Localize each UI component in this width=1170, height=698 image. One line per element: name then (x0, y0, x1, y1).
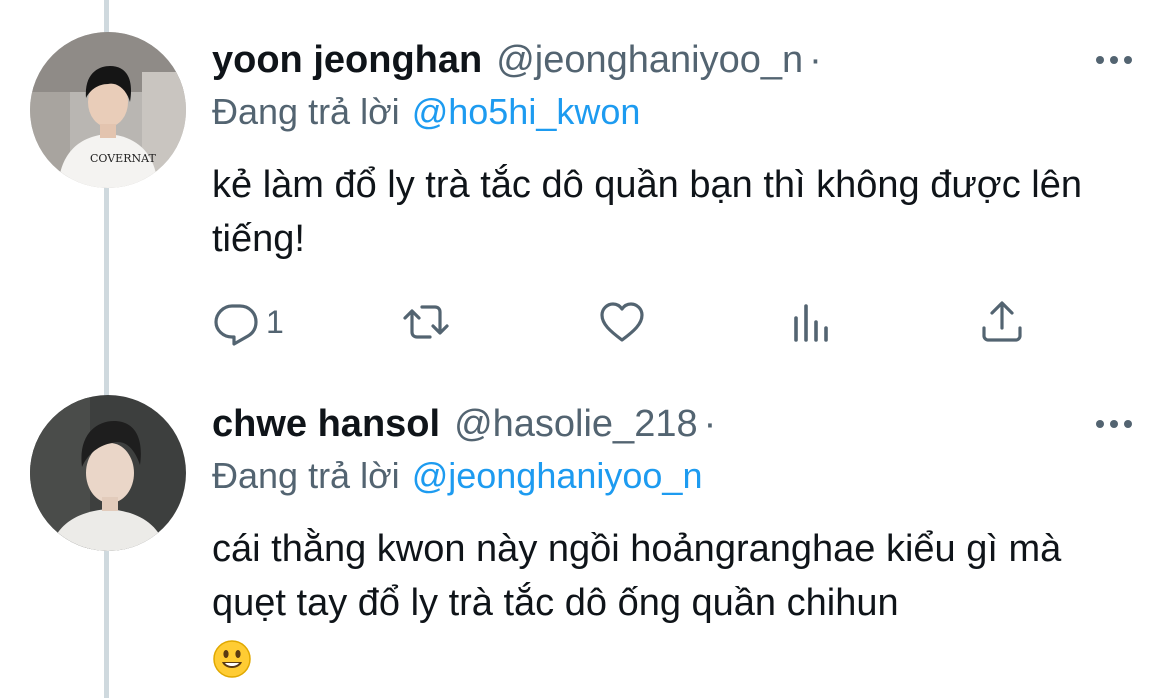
replying-to-link[interactable]: @jeonghaniyoo_n (412, 455, 703, 496)
retweet-icon (403, 305, 449, 339)
analytics-icon (794, 304, 828, 342)
reply-button[interactable]: 1 (212, 296, 284, 348)
share-button[interactable] (978, 296, 1026, 348)
tweet-actions: 1 (212, 296, 1052, 348)
more-icon[interactable] (1096, 50, 1136, 70)
user-handle[interactable]: @hasolie_218 (454, 403, 698, 445)
like-icon (600, 302, 644, 342)
analytics-button[interactable] (788, 296, 836, 348)
tweet-text: cái thằng kwon này ngồi hoảngranghae kiể… (212, 528, 1062, 624)
tweet[interactable]: COVERNAT yoon jeonghan @jeonghaniyoo_n · Đ… (0, 0, 1170, 380)
smiling-face-emoji-icon (213, 640, 251, 678)
replying-to: Đang trả lời @jeonghaniyoo_n (212, 454, 702, 498)
replying-to: Đang trả lời @ho5hi_kwon (212, 90, 640, 134)
display-name[interactable]: yoon jeonghan (212, 39, 482, 81)
tweet-text: kẻ làm đổ ly trà tắc dô quần bạn thì khô… (212, 164, 1082, 260)
replying-to-label: Đang trả lời (212, 455, 400, 496)
avatar-shirt-print: COVERNAT (90, 152, 156, 165)
more-icon[interactable] (1096, 414, 1136, 434)
tweet-header: chwe hansol @hasolie_218 · (212, 402, 716, 446)
tweet-text-block: cái thằng kwon này ngồi hoảngranghae kiể… (212, 522, 1132, 684)
avatar[interactable]: COVERNAT (30, 32, 186, 188)
retweet-button[interactable] (402, 296, 450, 348)
share-icon (982, 301, 1022, 342)
replying-to-label: Đang trả lời (212, 91, 400, 132)
user-handle[interactable]: @jeonghaniyoo_n (496, 39, 803, 81)
separator-dot: · (703, 403, 717, 445)
reply-icon (214, 304, 258, 346)
tweet[interactable]: chwe hansol @hasolie_218 · Đang trả lời @je… (0, 380, 1170, 698)
replying-to-link[interactable]: @ho5hi_kwon (412, 91, 641, 132)
reply-count: 1 (266, 303, 284, 340)
avatar[interactable] (30, 395, 186, 551)
tweet-header: yoon jeonghan @jeonghaniyoo_n · (212, 38, 822, 82)
like-button[interactable] (598, 296, 646, 348)
separator-dot: · (809, 39, 822, 81)
display-name[interactable]: chwe hansol (212, 403, 440, 445)
